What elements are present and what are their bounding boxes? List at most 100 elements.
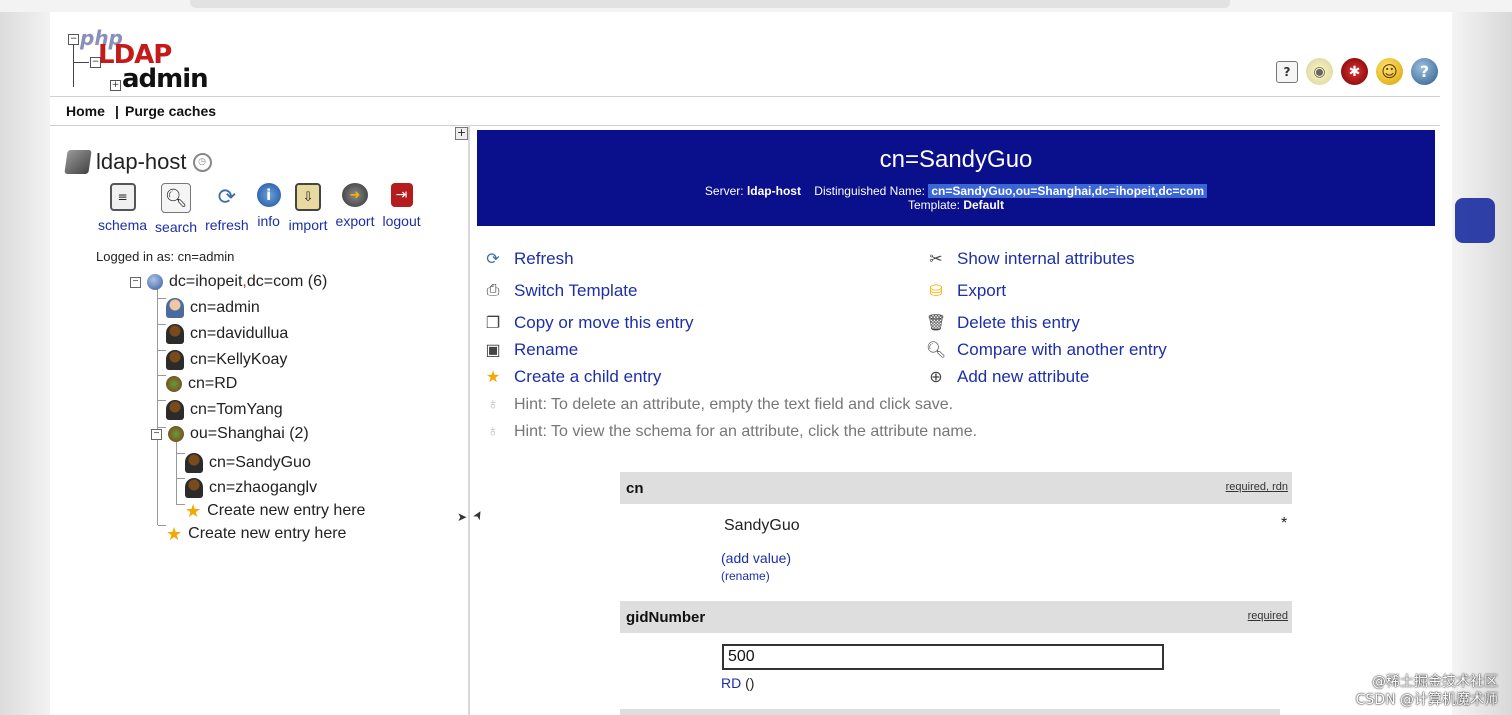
collapse-icon[interactable]: −	[130, 276, 141, 288]
attribute-header-gidnumber: gidNumber required	[620, 601, 1292, 633]
tool-search[interactable]: 🔍︎ search	[155, 183, 197, 235]
logout-icon: ⇥	[390, 183, 413, 207]
tree-item-label: cn=davidullua	[190, 325, 289, 342]
delete-entry-action[interactable]: 🗑︎ Delete this entry	[925, 312, 1080, 334]
dn-label: Distinguished Name:	[814, 184, 926, 198]
tree-item[interactable]: cn=davidullua	[166, 324, 288, 344]
server-name[interactable]: ldap-host	[96, 149, 187, 175]
tool-export[interactable]: ➜ export	[336, 183, 374, 235]
tree-item-label: cn=zhaoganglv	[209, 479, 318, 496]
rd-text: RD	[721, 675, 742, 691]
rdn-marker: *	[1281, 515, 1288, 532]
compare-entry-action[interactable]: 🔍︎ Compare with another entry	[925, 339, 1167, 361]
switch-template-action[interactable]: ⎙ Switch Template	[482, 280, 638, 302]
tool-import[interactable]: ⇩ import	[289, 183, 328, 235]
tree-item-label: cn=RD	[188, 375, 238, 392]
copy-icon: ❐	[485, 315, 501, 332]
globe-icon	[147, 274, 163, 290]
add-attribute-action[interactable]: ⊕ Add new attribute	[925, 366, 1089, 388]
flag-rdn[interactable]: rdn	[1272, 481, 1288, 493]
action-label: Add new attribute	[957, 367, 1090, 386]
refresh-action[interactable]: ⟳ Refresh	[482, 248, 573, 270]
rename-action[interactable]: ▣ Rename	[482, 339, 578, 361]
user-icon	[185, 453, 203, 473]
tree-item-label: cn=SandyGuo	[209, 454, 311, 471]
dn-value[interactable]: cn=SandyGuo,ou=Shanghai,dc=ihopeit,dc=co…	[928, 184, 1208, 198]
attribute-header-cn: cn required, rdn	[620, 472, 1292, 504]
attribute-name[interactable]: cn	[626, 480, 644, 497]
copy-move-action[interactable]: ❐ Copy or move this entry	[482, 312, 694, 334]
tool-refresh[interactable]: ⟳ refresh	[205, 183, 249, 235]
phpldapadmin-logo[interactable]: − − + php LDAP admin	[66, 26, 209, 96]
refresh-icon: ⟳	[486, 251, 500, 268]
menu-separator: |	[115, 103, 119, 119]
tool-label: refresh	[205, 217, 249, 233]
rename-text: rename	[725, 569, 766, 583]
tree-item[interactable]: cn=admin	[166, 298, 260, 318]
hint-bulb-icon: ♁	[487, 396, 499, 413]
help-icon[interactable]: ?	[1276, 60, 1298, 83]
tree-item-label: cn=admin	[190, 299, 260, 316]
entry-meta: Server: ldap-host Distinguished Name: cn…	[477, 184, 1435, 198]
compare-icon: 🔍︎	[925, 342, 947, 359]
attribute-name[interactable]: gidNumber	[626, 609, 705, 626]
mouse-cursor-icon: ➤	[469, 507, 487, 523]
purge-caches-link[interactable]: Purge caches	[125, 103, 216, 119]
template-value: Default	[963, 198, 1005, 212]
show-internal-attributes-action[interactable]: ✂ Show internal attributes	[925, 248, 1134, 270]
smiley-icon[interactable]: ☺	[1376, 58, 1403, 85]
tool-label: import	[288, 217, 328, 233]
tree-line	[158, 324, 166, 325]
tool-logout[interactable]: ⇥ logout	[382, 183, 421, 235]
hint-bulb-icon: ♁	[487, 423, 499, 440]
watermark-line1: @稀土掘金技术社区	[1372, 674, 1498, 690]
tree-item-label: cn=KellyKoay	[190, 351, 288, 368]
template-label: Template:	[907, 198, 960, 212]
info-icon: i	[256, 183, 281, 207]
backdrop-blue-shape	[1455, 198, 1495, 243]
refresh-icon: ⟳	[217, 184, 237, 210]
clock-icon[interactable]: ◷	[192, 152, 212, 172]
hint-delete: ♁ Hint: To delete an attribute, empty th…	[482, 394, 953, 416]
create-entry-inner[interactable]: ★ Create new entry here	[185, 502, 365, 520]
logo-plus-box: +	[110, 80, 121, 91]
hint-bulb-icon[interactable]: ◉	[1306, 58, 1333, 85]
tree-item[interactable]: cn=TomYang	[166, 400, 283, 420]
backdrop-right	[1452, 12, 1512, 715]
tool-schema[interactable]: ≡ schema	[98, 183, 147, 235]
bug-icon[interactable]: ✱	[1341, 58, 1368, 85]
rd-link[interactable]: RD ()	[721, 675, 754, 691]
logo-tree-line	[73, 45, 74, 87]
flag-required[interactable]: required	[1226, 481, 1266, 493]
action-label: Rename	[514, 340, 579, 359]
attribute-flags[interactable]: required	[1248, 610, 1288, 622]
hint-text: Hint: To delete an attribute, empty the …	[514, 396, 954, 413]
gidnumber-input[interactable]: 500	[722, 644, 1164, 670]
export-action[interactable]: ⛁ Export	[925, 280, 1006, 302]
tree-line	[158, 400, 166, 401]
user-icon	[166, 350, 184, 370]
tree-item[interactable]: cn=SandyGuo	[185, 453, 311, 473]
root-dn-part1: dc=ihopeit	[169, 273, 243, 290]
tree-line	[158, 298, 166, 299]
entry-title: cn=SandyGuo	[879, 146, 1033, 173]
create-entry-outer[interactable]: ★ Create new entry here	[166, 525, 346, 543]
tree-ou[interactable]: − ou=Shanghai (2)	[151, 425, 309, 443]
tool-info[interactable]: i info	[256, 183, 281, 235]
tree-item[interactable]: cn=KellyKoay	[166, 350, 287, 370]
search-icon: 🔍︎	[161, 183, 192, 213]
add-value-link[interactable]: (add value)	[721, 550, 791, 566]
expand-panel-button[interactable]: +	[455, 127, 468, 140]
tree-item[interactable]: cn=RD	[166, 375, 237, 393]
donate-icon[interactable]: ?	[1411, 58, 1438, 85]
tree-root[interactable]: − dc=ihopeit, dc=com (6)	[130, 273, 327, 291]
tree-item-label: cn=TomYang	[190, 401, 283, 418]
rename-link[interactable]: (rename)	[721, 569, 770, 583]
collapse-icon[interactable]: −	[151, 428, 162, 440]
watermark-line2: CSDN @计算机魔术师	[1355, 692, 1498, 708]
tree-item[interactable]: cn=zhaoganglv	[185, 478, 317, 498]
create-child-action[interactable]: ★ Create a child entry	[482, 366, 662, 388]
home-link[interactable]: Home	[66, 103, 105, 119]
backdrop-left	[0, 12, 50, 715]
tree-line	[176, 435, 177, 505]
